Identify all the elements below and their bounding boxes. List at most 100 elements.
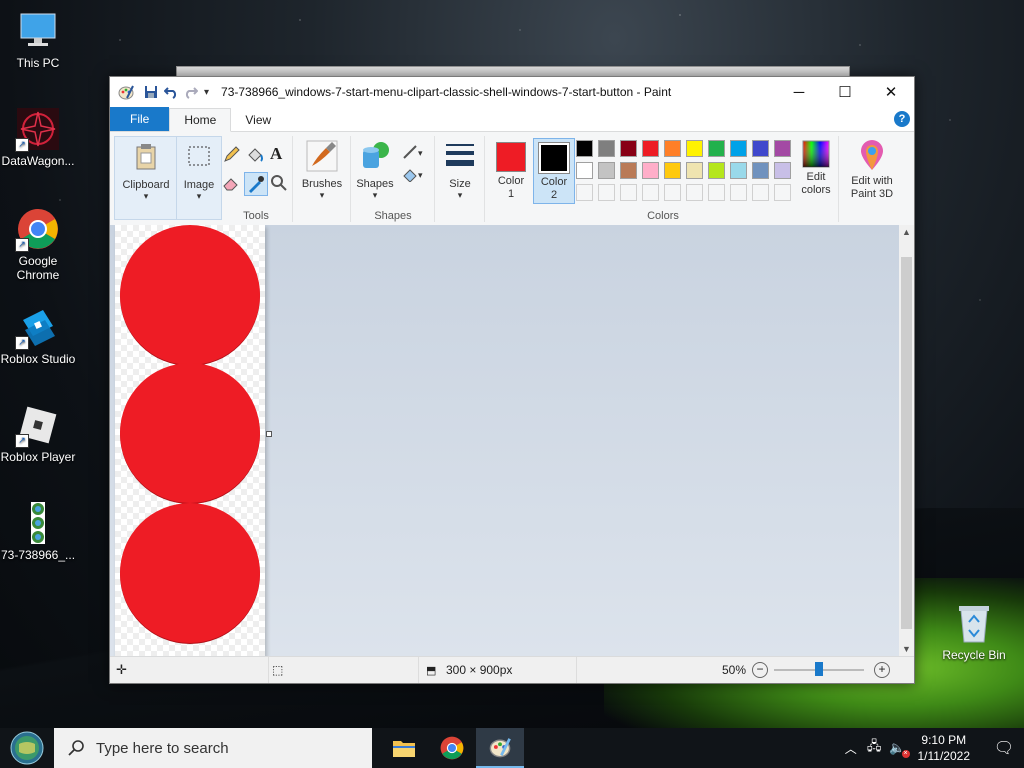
color-swatch[interactable]: [774, 140, 791, 157]
taskbar-file-explorer[interactable]: [380, 728, 428, 768]
help-icon[interactable]: ?: [894, 111, 910, 127]
color1-button[interactable]: Color 1: [490, 138, 532, 202]
minimize-button[interactable]: ─: [776, 77, 822, 107]
clipboard-button[interactable]: Clipboard ▾: [115, 141, 177, 202]
color-swatch[interactable]: [774, 162, 791, 179]
custom-color-slot[interactable]: [576, 184, 593, 201]
text-icon[interactable]: A: [270, 144, 282, 164]
status-divider: [418, 657, 419, 683]
image-button[interactable]: Image ▾: [177, 141, 221, 202]
show-hidden-icons-chevron-up-icon[interactable]: ︿: [845, 740, 857, 757]
color-swatch[interactable]: [686, 140, 703, 157]
color-swatch[interactable]: [708, 162, 725, 179]
color-picker-tool[interactable]: [244, 172, 268, 196]
taskbar-chrome[interactable]: [428, 728, 476, 768]
custom-color-slot[interactable]: [774, 184, 791, 201]
quick-access-dropdown-icon[interactable]: ▾: [204, 87, 209, 98]
paint3d-label: Edit with Paint 3D: [850, 175, 894, 200]
color-swatch[interactable]: [752, 162, 769, 179]
notifications-icon[interactable]: 🗨: [984, 738, 1024, 758]
tab-home[interactable]: Home: [169, 108, 232, 132]
fill-icon[interactable]: [246, 146, 264, 164]
color-swatch[interactable]: [598, 162, 615, 179]
desktop-icon-datawagon[interactable]: ↗ DataWagon...: [0, 108, 76, 168]
color-swatch[interactable]: [620, 140, 637, 157]
color-swatch[interactable]: [752, 140, 769, 157]
pencil-icon[interactable]: [222, 146, 240, 164]
start-button[interactable]: [0, 728, 54, 768]
zoom-slider-thumb[interactable]: [815, 662, 823, 676]
shortcut-arrow-icon: ↗: [15, 238, 29, 252]
desktop-icon-this-pc[interactable]: This PC: [0, 10, 76, 70]
tools-label: Tools: [243, 210, 269, 222]
desktop-icon-roblox-player[interactable]: ↗ Roblox Player: [0, 404, 76, 464]
scroll-up-icon[interactable]: ▲: [899, 225, 914, 240]
canvas-area[interactable]: [110, 225, 899, 657]
title-bar[interactable]: ▾ 73-738966_windows-7-start-menu-clipart…: [110, 77, 914, 107]
vertical-scrollbar[interactable]: ▲ ▼: [899, 225, 914, 657]
custom-color-slot[interactable]: [598, 184, 615, 201]
zoom-in-button[interactable]: +: [874, 662, 890, 678]
maximize-button[interactable]: ☐: [822, 77, 868, 107]
magnifier-icon[interactable]: [270, 174, 288, 192]
custom-color-slot[interactable]: [730, 184, 747, 201]
edit-colors-button[interactable]: Edit colors: [794, 140, 838, 197]
eraser-icon[interactable]: [222, 174, 240, 192]
chevron-down-icon: ▾: [457, 190, 463, 200]
custom-color-slot[interactable]: [642, 184, 659, 201]
color-swatch[interactable]: [642, 162, 659, 179]
shapes-button[interactable]: Shapes ▾: [352, 140, 398, 201]
color-swatch[interactable]: [664, 162, 681, 179]
redo-icon[interactable]: [184, 85, 198, 99]
color-swatch[interactable]: [686, 162, 703, 179]
folder-icon: [393, 741, 415, 757]
tab-file[interactable]: File: [110, 107, 170, 131]
image-canvas[interactable]: [115, 225, 265, 657]
desktop-icon-recycle-bin[interactable]: Recycle Bin: [936, 602, 1012, 662]
custom-color-slot[interactable]: [708, 184, 725, 201]
custom-color-slot[interactable]: [752, 184, 769, 201]
outline-icon[interactable]: ▾: [402, 144, 426, 160]
volume-muted-icon[interactable]: 🔈 ×: [889, 740, 910, 758]
desktop-icon-label: This PC: [16, 56, 60, 70]
custom-color-slot[interactable]: [686, 184, 703, 201]
custom-color-slot[interactable]: [620, 184, 637, 201]
color1-swatch: [496, 142, 526, 172]
color-swatch[interactable]: [576, 140, 593, 157]
undo-icon[interactable]: [164, 85, 178, 99]
taskbar-paint[interactable]: [476, 728, 524, 768]
color-swatch[interactable]: [730, 140, 747, 157]
clock[interactable]: 9:10 PM 1/11/2022: [918, 732, 971, 764]
resize-handle[interactable]: [266, 431, 272, 437]
desktop-icon-image-file[interactable]: 73-738966_...: [0, 502, 76, 562]
brushes-button[interactable]: Brushes ▾: [294, 140, 350, 201]
custom-color-slot[interactable]: [664, 184, 681, 201]
desktop-icon-roblox-studio[interactable]: ↗ Roblox Studio: [0, 306, 76, 366]
edit-with-paint3d-button[interactable]: Edit with Paint 3D: [842, 140, 902, 201]
desktop-icon-chrome[interactable]: ↗ Google Chrome: [0, 208, 76, 282]
svg-text:▾: ▾: [418, 148, 423, 158]
network-icon[interactable]: 🖧: [867, 737, 882, 759]
colors-label: Colors: [647, 210, 679, 222]
color2-button[interactable]: Color 2: [533, 138, 575, 204]
fill-style-icon[interactable]: ▾: [402, 166, 426, 182]
size-button[interactable]: Size ▾: [436, 140, 484, 201]
color-swatch[interactable]: [576, 162, 593, 179]
color-swatch[interactable]: [730, 162, 747, 179]
tab-view[interactable]: View: [231, 109, 285, 131]
search-icon: [68, 740, 84, 756]
color-swatch[interactable]: [620, 162, 637, 179]
close-button[interactable]: ✕: [868, 77, 914, 107]
taskbar: Type here to search ︿ 🖧 🔈 × 9:10 PM 1/11/…: [0, 728, 1024, 768]
color-swatch[interactable]: [598, 140, 615, 157]
color-swatch[interactable]: [708, 140, 725, 157]
scroll-down-icon[interactable]: ▼: [899, 642, 914, 657]
zoom-slider[interactable]: [774, 662, 864, 676]
color-swatch[interactable]: [664, 140, 681, 157]
zoom-out-button[interactable]: −: [752, 662, 768, 678]
scrollbar-thumb[interactable]: [901, 257, 912, 629]
save-icon[interactable]: [144, 85, 158, 99]
color-swatch[interactable]: [642, 140, 659, 157]
shapes-icon: [363, 142, 389, 168]
search-box[interactable]: Type here to search: [54, 728, 372, 768]
